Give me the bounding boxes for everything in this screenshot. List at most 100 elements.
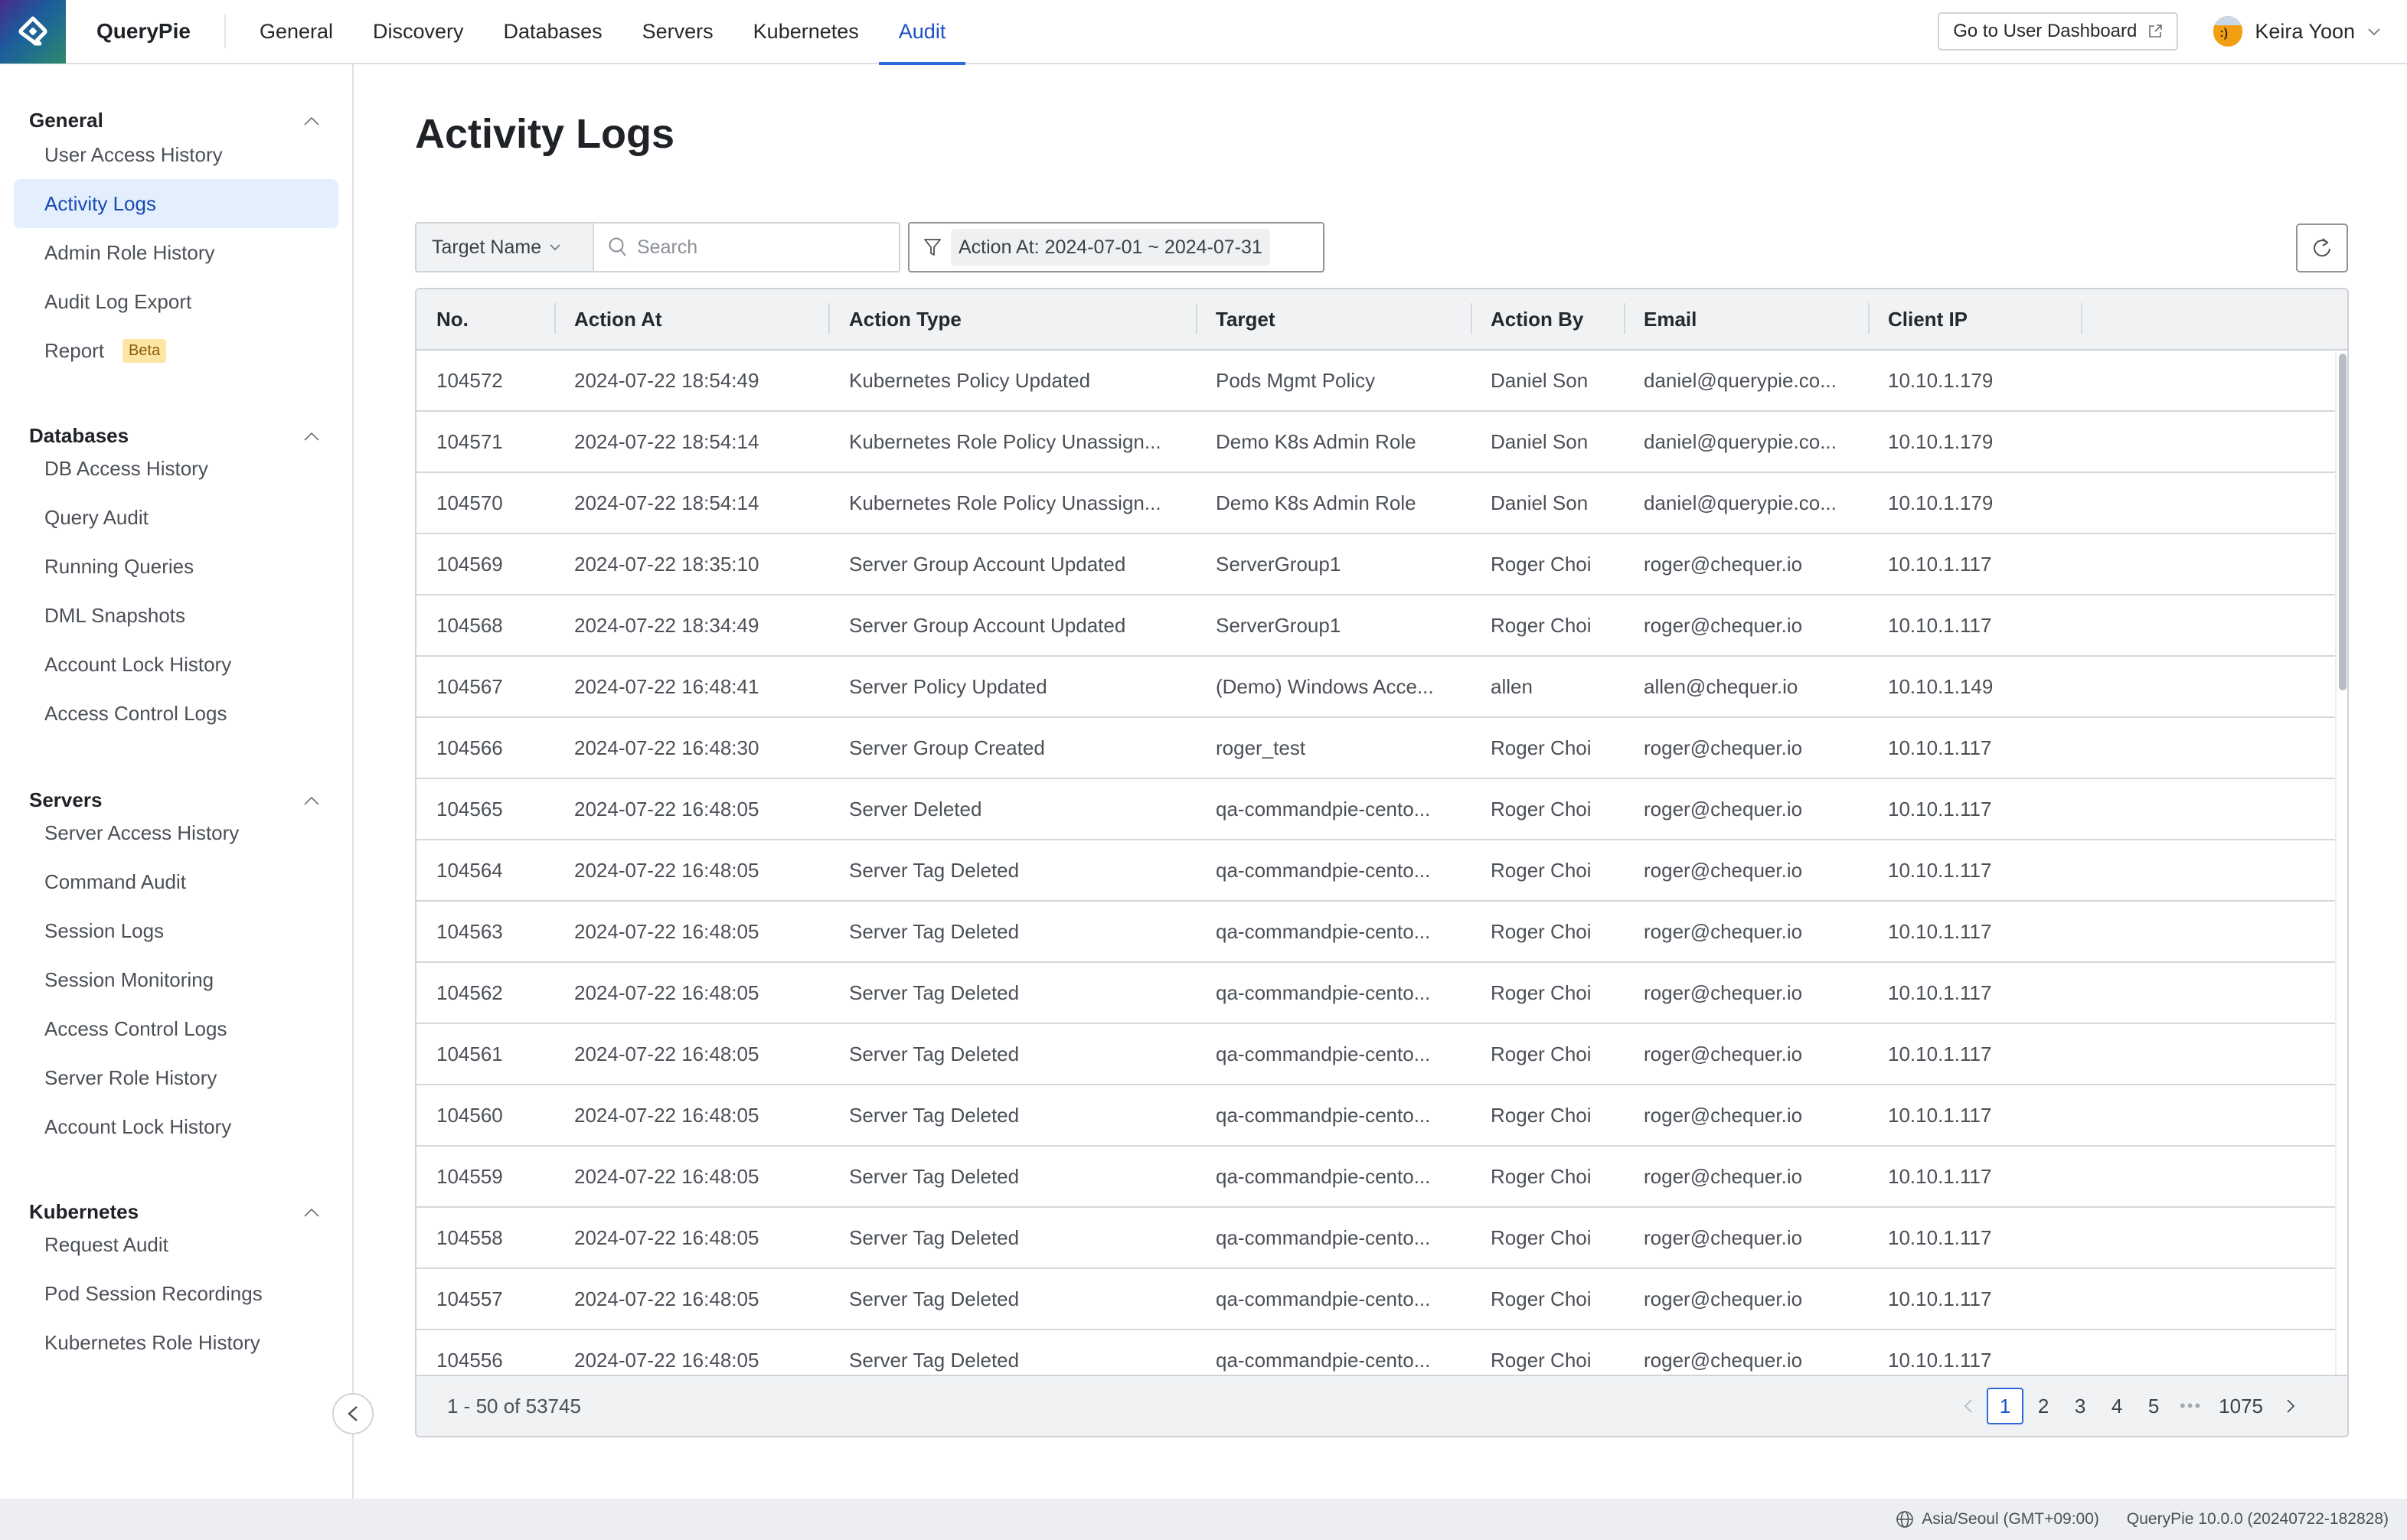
column-resize-handle[interactable] xyxy=(1471,303,1472,334)
column-resize-handle[interactable] xyxy=(554,303,556,334)
cell-action-type: Server Deleted xyxy=(849,797,982,821)
nav-tab-general[interactable]: General xyxy=(240,0,353,64)
column-resize-handle[interactable] xyxy=(1868,303,1870,334)
sidebar-item-kubernetes-role-history[interactable]: Kubernetes Role History xyxy=(14,1318,338,1367)
sidebar-item-server-role-history[interactable]: Server Role History xyxy=(14,1053,338,1102)
table-row[interactable]: 104557 2024-07-22 16:48:05 Server Tag Dele… xyxy=(416,1269,2335,1330)
column-resize-handle[interactable] xyxy=(2081,303,2082,334)
table-row[interactable]: 104562 2024-07-22 16:48:05 Server Tag Dele… xyxy=(416,963,2335,1024)
querypie-logo[interactable] xyxy=(0,0,66,64)
sidebar-item-activity-logs[interactable]: Activity Logs xyxy=(14,179,338,228)
column-header-email[interactable]: Email xyxy=(1644,289,1697,349)
sidebar-section-title: General xyxy=(29,109,103,132)
page-button-3[interactable]: 3 xyxy=(2062,1388,2098,1424)
nav-tab-databases[interactable]: Databases xyxy=(484,0,622,64)
sidebar-item-server-access-history[interactable]: Server Access History xyxy=(14,808,338,857)
table-body: 104572 2024-07-22 18:54:49 Kubernetes Poli… xyxy=(416,351,2335,1376)
cell-target: Pods Mgmt Policy xyxy=(1216,368,1376,392)
sidebar-item-db-access-history[interactable]: DB Access History xyxy=(14,444,338,493)
search-box xyxy=(594,223,899,271)
nav-tab-kubernetes[interactable]: Kubernetes xyxy=(733,0,879,64)
sidebar-item-report[interactable]: Report Beta xyxy=(14,326,338,375)
cell-no: 104559 xyxy=(436,1164,503,1188)
timezone[interactable]: Asia/Seoul (GMT+09:00) xyxy=(1896,1510,2099,1529)
cell-target: qa-commandpie-cento... xyxy=(1216,1287,1431,1310)
column-resize-handle[interactable] xyxy=(1624,303,1625,334)
table-row[interactable]: 104568 2024-07-22 18:34:49 Server Group Ac… xyxy=(416,595,2335,657)
sidebar-item-label: Account Lock History xyxy=(44,652,232,676)
sidebar-item-running-queries[interactable]: Running Queries xyxy=(14,542,338,591)
column-header-no[interactable]: No. xyxy=(436,289,469,349)
sidebar-item-access-control-logs[interactable]: Access Control Logs xyxy=(14,689,338,738)
sidebar-item-pod-session-recordings[interactable]: Pod Session Recordings xyxy=(14,1269,338,1318)
page-button-last[interactable]: 1075 xyxy=(2209,1388,2272,1424)
table-row[interactable]: 104560 2024-07-22 16:48:05 Server Tag Dele… xyxy=(416,1085,2335,1147)
prev-page-button[interactable] xyxy=(1950,1388,1987,1424)
sidebar-item-dml-snapshots[interactable]: DML Snapshots xyxy=(14,591,338,640)
table-row[interactable]: 104558 2024-07-22 16:48:05 Server Tag Dele… xyxy=(416,1208,2335,1269)
go-to-user-dashboard-button[interactable]: Go to User Dashboard xyxy=(1938,12,2179,51)
table-row[interactable]: 104556 2024-07-22 16:48:05 Server Tag Dele… xyxy=(416,1330,2335,1376)
sidebar-section-general[interactable]: General xyxy=(29,109,323,132)
sidebar-item-account-lock-history[interactable]: Account Lock History xyxy=(14,1102,338,1151)
table-row[interactable]: 104559 2024-07-22 16:48:05 Server Tag Dele… xyxy=(416,1147,2335,1208)
page-button-4[interactable]: 4 xyxy=(2098,1388,2135,1424)
column-resize-handle[interactable] xyxy=(828,303,830,334)
table-row[interactable]: 104571 2024-07-22 18:54:14 Kubernetes Role… xyxy=(416,412,2335,473)
cell-client-ip: 10.10.1.117 xyxy=(1888,1225,1992,1249)
sidebar-item-access-control-logs[interactable]: Access Control Logs xyxy=(14,1004,338,1053)
cell-action-by: Roger Choi xyxy=(1491,858,1592,882)
search-input[interactable] xyxy=(637,236,867,259)
cell-email: roger@chequer.io xyxy=(1644,736,1803,759)
nav-tab-servers[interactable]: Servers xyxy=(622,0,733,64)
column-header-action-by[interactable]: Action By xyxy=(1491,289,1583,349)
cell-action-at: 2024-07-22 18:54:14 xyxy=(574,429,759,453)
chevron-down-icon xyxy=(550,244,560,251)
table-row[interactable]: 104566 2024-07-22 16:48:30 Server Group Cr… xyxy=(416,718,2335,779)
page-button-5[interactable]: 5 xyxy=(2135,1388,2172,1424)
table-scrollbar[interactable] xyxy=(2335,351,2347,1376)
table-row[interactable]: 104569 2024-07-22 18:35:10 Server Group Ac… xyxy=(416,534,2335,595)
page-button-2[interactable]: 2 xyxy=(2025,1388,2062,1424)
cell-action-by: Roger Choi xyxy=(1491,980,1592,1004)
sidebar-item-request-audit[interactable]: Request Audit xyxy=(14,1220,338,1269)
page-button-1[interactable]: 1 xyxy=(1987,1388,2024,1424)
nav-tab-audit[interactable]: Audit xyxy=(878,0,966,65)
sidebar-item-admin-role-history[interactable]: Admin Role History xyxy=(14,228,338,277)
sidebar-item-account-lock-history[interactable]: Account Lock History xyxy=(14,640,338,689)
column-resize-handle[interactable] xyxy=(1196,303,1197,334)
table-row[interactable]: 104563 2024-07-22 16:48:05 Server Tag Dele… xyxy=(416,902,2335,963)
sidebar-item-user-access-history[interactable]: User Access History xyxy=(14,130,338,179)
table-row[interactable]: 104561 2024-07-22 16:48:05 Server Tag Dele… xyxy=(416,1024,2335,1085)
table-row[interactable]: 104564 2024-07-22 16:48:05 Server Tag Dele… xyxy=(416,840,2335,902)
column-header-action-type[interactable]: Action Type xyxy=(849,289,962,349)
collapse-sidebar-button[interactable] xyxy=(332,1393,374,1434)
sidebar-item-session-monitoring[interactable]: Session Monitoring xyxy=(14,955,338,1004)
date-filter[interactable]: Action At: 2024-07-01 ~ 2024-07-31 xyxy=(908,222,1324,272)
cell-action-at: 2024-07-22 16:48:30 xyxy=(574,736,759,759)
table-row[interactable]: 104570 2024-07-22 18:54:14 Kubernetes Role… xyxy=(416,473,2335,534)
target-name-select[interactable]: Target Name xyxy=(416,223,594,271)
table-row[interactable]: 104572 2024-07-22 18:54:49 Kubernetes Poli… xyxy=(416,351,2335,412)
column-header-target[interactable]: Target xyxy=(1216,289,1275,349)
sidebar-item-audit-log-export[interactable]: Audit Log Export xyxy=(14,277,338,326)
sidebar-item-session-logs[interactable]: Session Logs xyxy=(14,906,338,955)
cell-action-at: 2024-07-22 16:48:05 xyxy=(574,980,759,1004)
table-row[interactable]: 104567 2024-07-22 16:48:41 Server Policy U… xyxy=(416,657,2335,718)
table-row[interactable]: 104565 2024-07-22 16:48:05 Server Deleted q… xyxy=(416,779,2335,840)
sidebar-item-label: Admin Role History xyxy=(44,240,215,264)
scrollbar-thumb[interactable] xyxy=(2339,354,2347,690)
column-header-action-at[interactable]: Action At xyxy=(574,289,662,349)
sidebar-item-command-audit[interactable]: Command Audit xyxy=(14,857,338,906)
cell-email: roger@chequer.io xyxy=(1644,980,1803,1004)
user-menu[interactable]: :) Keira Yoon xyxy=(2213,16,2381,47)
next-page-button[interactable] xyxy=(2272,1388,2309,1424)
cell-client-ip: 10.10.1.117 xyxy=(1888,736,1992,759)
nav-tab-discovery[interactable]: Discovery xyxy=(353,0,484,64)
column-header-client-ip[interactable]: Client IP xyxy=(1888,289,1968,349)
sidebar-item-query-audit[interactable]: Query Audit xyxy=(14,493,338,542)
more-pages-ellipsis[interactable]: ••• xyxy=(2172,1388,2209,1424)
sidebar-item-label: DML Snapshots xyxy=(44,603,186,627)
refresh-button[interactable] xyxy=(2296,223,2348,272)
date-range-chip[interactable]: Action At: 2024-07-01 ~ 2024-07-31 xyxy=(951,229,1270,266)
